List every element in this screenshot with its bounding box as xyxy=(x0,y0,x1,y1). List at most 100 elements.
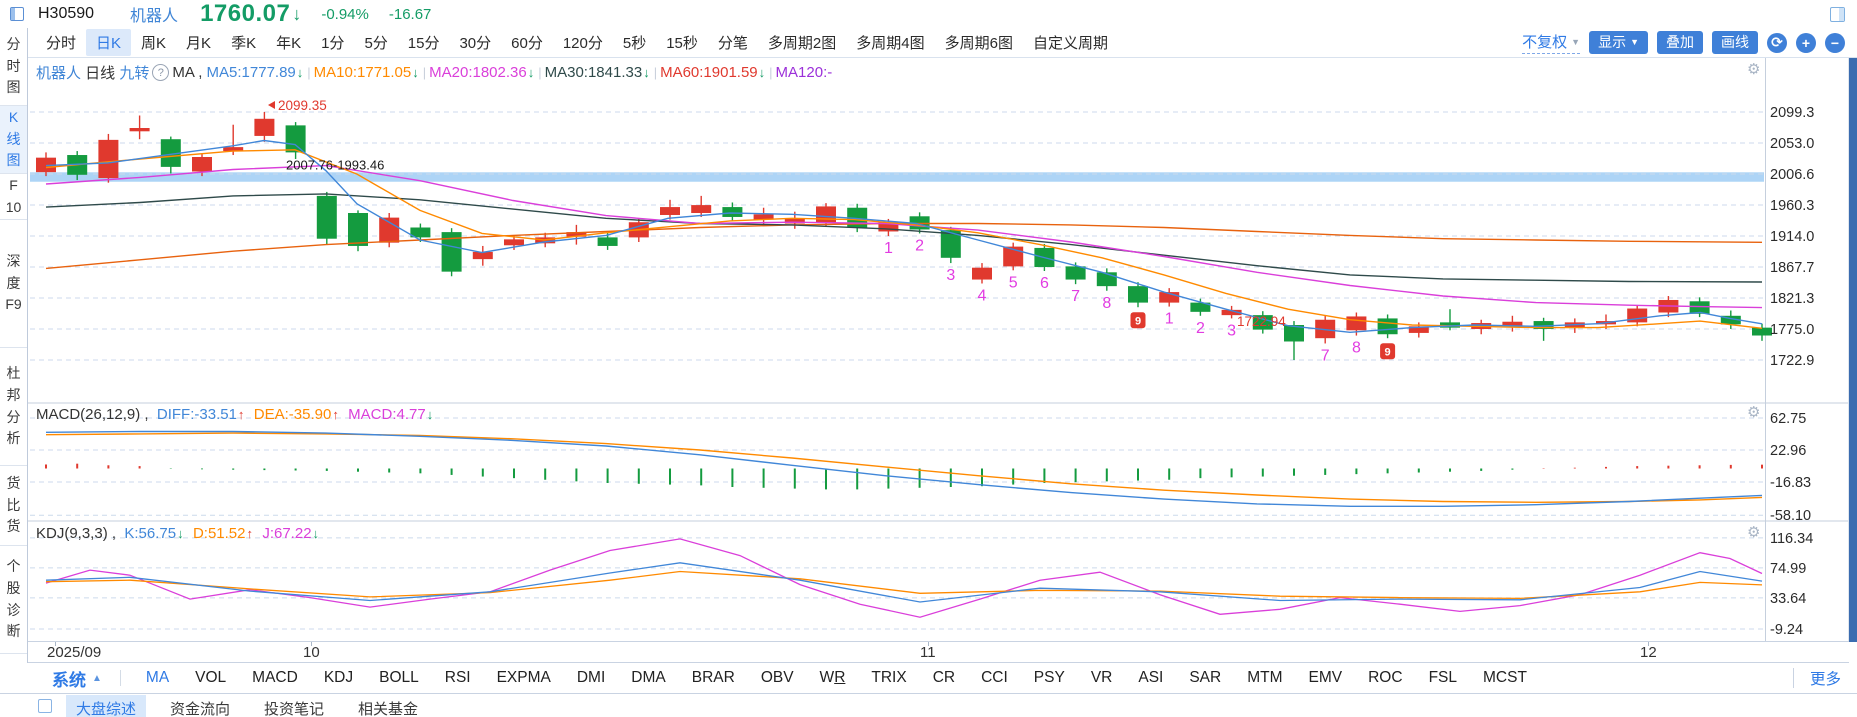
sidebar-item[interactable]: 分时图 xyxy=(0,28,27,106)
panel-toggle-icon[interactable] xyxy=(1830,6,1845,22)
indicator-item[interactable]: MCST xyxy=(1470,669,1540,687)
indicator-item[interactable]: BRAR xyxy=(679,669,748,687)
svg-text:-16.83: -16.83 xyxy=(1770,475,1811,491)
help-icon[interactable]: ? xyxy=(152,64,170,81)
sidebar-item[interactable]: 深度 F9 xyxy=(0,220,27,348)
period-tab[interactable]: 周K xyxy=(131,29,176,56)
kdj-indicator-header: KDJ(9,3,3) , K:56.75 ↓ D:51.52 ↑ J:67.22 ↓ xyxy=(36,525,320,542)
indicator-item[interactable]: DMI xyxy=(564,669,618,687)
period-tab[interactable]: 120分 xyxy=(553,29,613,56)
change-value: -16.67 xyxy=(388,5,432,23)
time-axis-label: 12 xyxy=(1640,644,1657,661)
period-tab[interactable]: 15分 xyxy=(398,29,450,56)
toolbar-divider xyxy=(119,670,121,686)
indicator-value: ↓ xyxy=(412,65,419,80)
indicator-value: 日线 xyxy=(81,65,116,82)
sidebar-item[interactable]: 货比货 xyxy=(0,466,27,546)
drawline-button[interactable]: 画线 xyxy=(1712,31,1758,54)
chart-canvas[interactable]: 机器人 日线 九转? MA , MA5:1777.89 ↓ | MA10:1771.05… xyxy=(28,58,1849,641)
indicator-item[interactable]: ROC xyxy=(1355,669,1415,687)
period-tab[interactable]: 1分 xyxy=(311,29,354,56)
zoom-out-button[interactable]: − xyxy=(1825,32,1845,53)
indicator-item[interactable]: BOLL xyxy=(366,669,432,687)
sidebar-item[interactable]: 个股诊断 xyxy=(0,546,27,654)
indicator-item[interactable]: WR xyxy=(807,669,859,687)
svg-text:2007.76-1993.46: 2007.76-1993.46 xyxy=(286,157,384,172)
period-tab[interactable]: 日K xyxy=(86,29,132,56)
overlay-button[interactable]: 叠加 xyxy=(1657,31,1703,54)
bottom-tabbar: 大盘综述 资金流向 投资笔记 相关基金 xyxy=(0,695,1857,717)
indicator-item[interactable]: TRIX xyxy=(858,669,919,687)
indicator-item[interactable]: MA xyxy=(133,669,182,687)
adjust-mode-dropdown[interactable]: 不复权 ▼ xyxy=(1522,31,1581,54)
period-tab[interactable]: 多周期4图 xyxy=(846,29,934,56)
indicator-value: DIFF:-33.51 xyxy=(156,406,237,423)
indicator-item[interactable]: DMA xyxy=(618,669,678,687)
period-tab[interactable]: 月K xyxy=(176,29,221,56)
indicator-item[interactable]: OBV xyxy=(748,669,807,687)
indicator-value: MA120:- xyxy=(775,64,833,81)
indicator-item[interactable]: ASI xyxy=(1125,669,1176,687)
svg-text:1: 1 xyxy=(1165,311,1174,328)
period-tab[interactable]: 15秒 xyxy=(656,29,708,56)
indicator-item[interactable]: VOL xyxy=(182,669,239,687)
period-tab[interactable]: 自定义周期 xyxy=(1023,29,1118,56)
display-button[interactable]: 显示 ▼ xyxy=(1589,31,1648,54)
bottom-tab[interactable]: 投资笔记 xyxy=(254,695,334,717)
indicator-value: | xyxy=(538,65,542,80)
svg-text:3: 3 xyxy=(1227,322,1236,339)
indicator-item[interactable]: MTM xyxy=(1234,669,1295,687)
zoom-in-button[interactable]: + xyxy=(1796,32,1816,53)
bottom-tab[interactable]: 大盘综述 xyxy=(66,695,147,717)
stock-name[interactable]: 机器人 xyxy=(130,2,178,26)
indicator-value: | xyxy=(307,65,311,80)
period-tab[interactable]: 季K xyxy=(221,29,266,56)
chevron-down-icon: ▼ xyxy=(1630,37,1639,48)
indicator-item[interactable]: FSL xyxy=(1416,669,1470,687)
svg-text:7: 7 xyxy=(1321,347,1330,364)
period-tab[interactable]: 多周期6图 xyxy=(935,29,1023,56)
indicator-item[interactable]: EXPMA xyxy=(484,669,564,687)
svg-text:-9.24: -9.24 xyxy=(1770,622,1803,638)
kline-chart-svg: 1 2 3 4 5 6 7 8 9 1 2 3 7 8 9 2099.35 1722.94 2007.76-199… xyxy=(28,58,1849,641)
sidebar-item[interactable]: 杜邦分析 xyxy=(0,348,27,466)
gear-icon[interactable]: ⚙ xyxy=(1747,61,1760,78)
system-menu-label: 系统 xyxy=(52,670,86,690)
bottom-tab[interactable]: 相关基金 xyxy=(348,695,428,717)
period-tab[interactable]: 分笔 xyxy=(708,29,758,56)
vertical-scrollbar[interactable] xyxy=(1849,58,1857,642)
indicator-value: MACD(26,12,9) , xyxy=(36,406,149,423)
indicator-item[interactable]: KDJ xyxy=(311,669,366,687)
period-tab[interactable]: 5分 xyxy=(354,29,397,56)
period-tab[interactable]: 分时 xyxy=(36,29,86,56)
indicator-item[interactable]: VR xyxy=(1078,669,1126,687)
sidebar-item[interactable]: K线图 xyxy=(0,106,27,174)
more-button[interactable]: 更多 xyxy=(1810,667,1841,689)
indicator-item[interactable]: SAR xyxy=(1176,669,1234,687)
sidebar-item[interactable]: F 10 xyxy=(0,174,27,220)
checkbox[interactable] xyxy=(38,699,52,713)
refresh-button[interactable]: ⟳ xyxy=(1767,32,1787,53)
system-menu[interactable]: 系统 ▲ xyxy=(52,666,102,691)
period-tab[interactable]: 30分 xyxy=(449,29,501,56)
indicator-item[interactable]: MACD xyxy=(239,669,311,687)
last-price: 1760.07 xyxy=(200,0,291,27)
indicator-item[interactable]: CR xyxy=(920,669,968,687)
period-tab[interactable]: 5秒 xyxy=(613,29,656,56)
period-tab[interactable]: 年K xyxy=(266,29,311,56)
indicator-item[interactable]: RSI xyxy=(432,669,484,687)
indicator-value: ↓ xyxy=(426,407,434,422)
svg-text:62.75: 62.75 xyxy=(1770,411,1806,427)
period-tab[interactable]: 60分 xyxy=(501,29,553,56)
gear-icon[interactable]: ⚙ xyxy=(1747,404,1760,421)
bottom-tab[interactable]: 资金流向 xyxy=(160,695,240,717)
indicator-value: J:67.22 xyxy=(262,525,312,542)
indicator-item[interactable]: EMV xyxy=(1296,669,1356,687)
window-icon[interactable] xyxy=(10,7,24,21)
indicator-item[interactable]: CCI xyxy=(968,669,1021,687)
svg-text:2: 2 xyxy=(915,237,924,254)
period-tab[interactable]: 多周期2图 xyxy=(758,29,846,56)
gear-icon[interactable]: ⚙ xyxy=(1747,524,1760,541)
indicator-value: ↓ xyxy=(643,65,650,80)
indicator-item[interactable]: PSY xyxy=(1021,669,1078,687)
